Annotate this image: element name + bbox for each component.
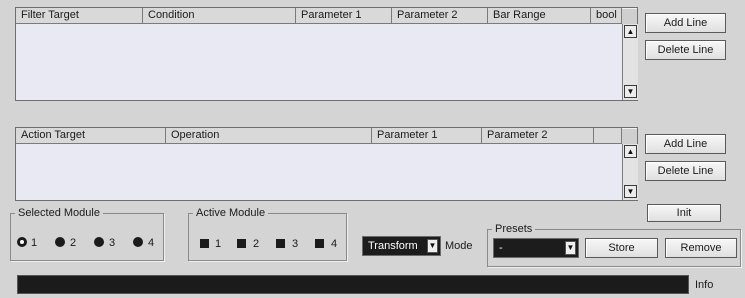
filter-col-parameter1[interactable]: Parameter 1 [296,8,392,24]
info-text [18,278,23,290]
filter-table[interactable]: Filter Target Condition Parameter 1 Para… [15,7,638,101]
active-module-group: Active Module 1 2 3 4 [188,206,347,261]
filter-table-header: Filter Target Condition Parameter 1 Para… [16,8,622,24]
action-col-target[interactable]: Action Target [16,128,166,144]
module-radio-2[interactable] [55,237,65,247]
presets-store-button[interactable]: Store [585,238,658,258]
module-radio-3[interactable] [94,237,104,247]
action-col-parameter2[interactable]: Parameter 2 [482,128,594,144]
filter-col-bar-range[interactable]: Bar Range [488,8,591,24]
filter-add-line-button[interactable]: Add Line [645,13,726,33]
active-module-check-4[interactable] [315,239,324,248]
scroll-up-icon[interactable]: ▲ [624,25,637,38]
action-table-header: Action Target Operation Parameter 1 Para… [16,128,622,144]
init-button[interactable]: Init [647,204,721,222]
chevron-down-icon[interactable]: ▼ [565,241,576,255]
active-module-check-2-label: 2 [253,238,260,250]
action-table-scrollbar[interactable]: ▲ ▼ [622,144,638,200]
scroll-up-icon[interactable]: ▲ [624,145,637,158]
action-col-operation[interactable]: Operation [166,128,372,144]
chevron-down-icon[interactable]: ▼ [427,239,438,253]
action-table[interactable]: Action Target Operation Parameter 1 Para… [15,127,638,201]
active-module-check-1[interactable] [200,239,209,248]
presets-remove-button[interactable]: Remove [665,238,737,258]
presets-select[interactable]: - ▼ [493,238,579,258]
action-delete-line-button[interactable]: Delete Line [645,161,726,181]
module-radio-3-label: 3 [109,237,116,249]
action-col-parameter1[interactable]: Parameter 1 [372,128,482,144]
module-radio-1[interactable] [17,237,27,247]
info-display [17,275,689,294]
filter-col-bool[interactable]: bool [591,8,622,24]
selected-module-title: Selected Module [15,206,103,220]
presets-title: Presets [492,222,536,236]
selected-module-group: Selected Module 1 2 3 4 [10,206,164,261]
mode-label: Mode [445,240,473,252]
scroll-down-icon[interactable]: ▼ [624,185,637,198]
action-table-body[interactable] [16,144,622,200]
module-radio-4-label: 4 [148,237,155,249]
module-radio-1-label: 1 [31,237,38,249]
scroll-down-icon[interactable]: ▼ [624,85,637,98]
action-col-empty [594,128,622,144]
active-module-check-3[interactable] [276,239,285,248]
filter-delete-line-button[interactable]: Delete Line [645,40,726,60]
info-label: Info [695,279,714,291]
module-radio-2-label: 2 [70,237,77,249]
active-module-check-4-label: 4 [331,238,338,250]
filter-col-condition[interactable]: Condition [143,8,296,24]
presets-group: Presets - ▼ Store Remove [487,222,741,267]
filter-table-body[interactable] [16,24,622,100]
module-radio-4[interactable] [133,237,143,247]
filter-col-target[interactable]: Filter Target [16,8,143,24]
active-module-check-1-label: 1 [215,238,222,250]
active-module-title: Active Module [193,206,269,220]
mode-select[interactable]: Transform ▼ [362,236,441,256]
filter-col-parameter2[interactable]: Parameter 2 [392,8,488,24]
presets-select-value: - [499,242,503,254]
filter-table-scrollbar[interactable]: ▲ ▼ [622,24,638,100]
active-module-check-3-label: 3 [292,238,299,250]
mode-select-value: Transform [368,240,418,252]
action-add-line-button[interactable]: Add Line [645,134,726,154]
active-module-check-2[interactable] [237,239,246,248]
